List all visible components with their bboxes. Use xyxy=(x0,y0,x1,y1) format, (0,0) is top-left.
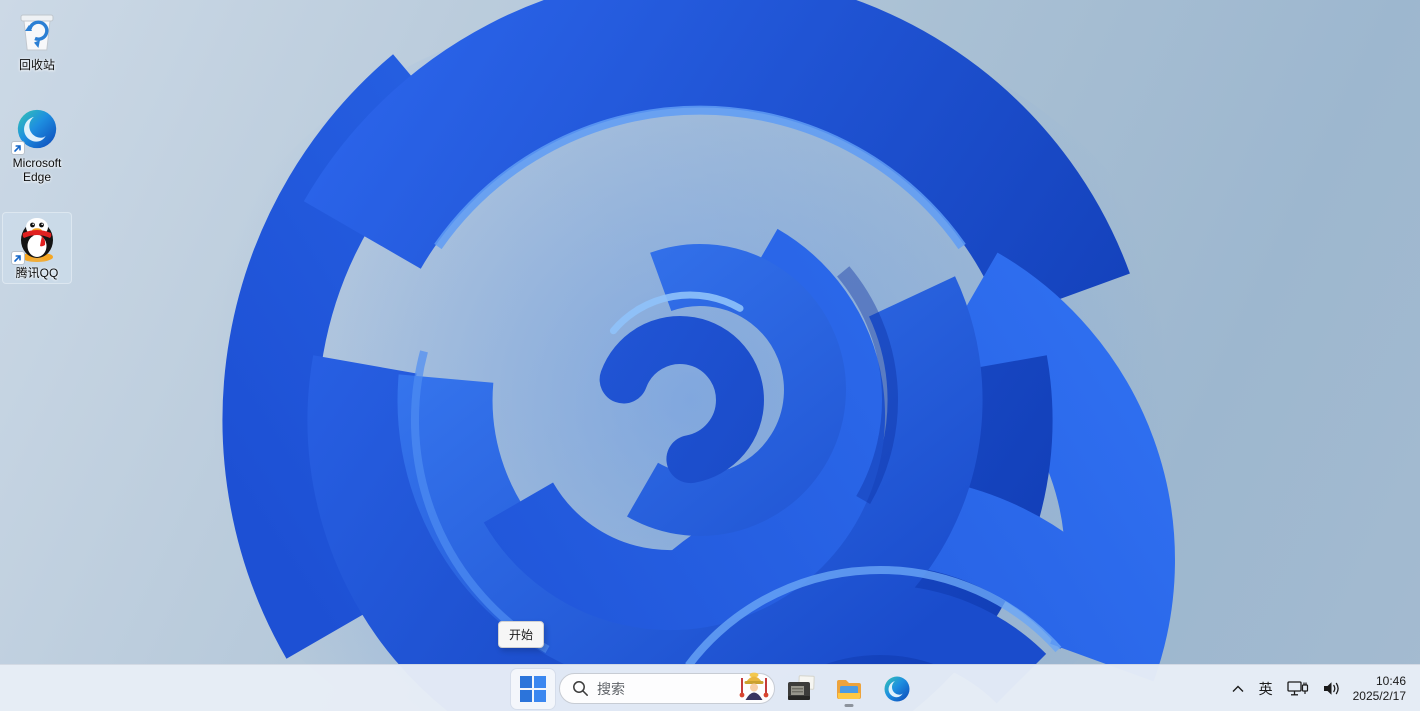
taskbar-center-group xyxy=(511,668,919,709)
speaker-icon xyxy=(1323,682,1339,695)
taskbar-app-file-explorer[interactable] xyxy=(827,669,871,709)
edge-icon xyxy=(11,105,61,155)
chevron-up-icon xyxy=(1232,685,1244,692)
shortcut-arrow-icon xyxy=(11,251,25,265)
ime-label: 英 xyxy=(1258,680,1273,697)
edge-taskbar-icon xyxy=(884,676,910,701)
dark-app-icon xyxy=(788,674,815,700)
desktop-icon-label: 腾讯QQ xyxy=(15,266,59,280)
hidden-icons-button[interactable] xyxy=(1225,671,1251,707)
taskbar-search-box[interactable] xyxy=(559,672,775,704)
start-tooltip: 开始 xyxy=(498,621,545,648)
clock[interactable]: 10:46 2025/2/17 xyxy=(1349,671,1410,707)
taskbar-app-edge[interactable] xyxy=(875,669,919,709)
desktop-icon-tencent-qq[interactable]: 腾讯QQ xyxy=(2,212,72,284)
network-button[interactable] xyxy=(1281,671,1315,707)
shortcut-arrow-icon xyxy=(11,141,25,155)
desktop-icon-microsoft-edge[interactable]: Microsoft Edge xyxy=(2,102,72,188)
desktop-icon-recycle-bin[interactable]: 回收站 xyxy=(2,4,72,76)
ime-indicator[interactable]: 英 xyxy=(1253,671,1279,707)
search-icon xyxy=(573,681,588,696)
desktop-icon-label: Microsoft Edge xyxy=(12,156,62,184)
running-indicator xyxy=(844,703,854,707)
search-input[interactable] xyxy=(597,680,729,697)
file-explorer-icon xyxy=(837,679,861,699)
taskbar: 英 xyxy=(0,664,1420,711)
volume-button[interactable] xyxy=(1317,671,1347,707)
clock-time: 10:46 xyxy=(1375,673,1406,688)
desktop: 回收站 Microsoft Edge 腾讯QQ 开始 搜索 英 10:46 20… xyxy=(0,0,1420,711)
system-tray: 英 10:46 2025/2/17 xyxy=(1225,668,1410,709)
clock-date: 2025/2/17 xyxy=(1352,688,1406,703)
taskbar-app-dark-window[interactable] xyxy=(779,669,823,709)
start-button[interactable] xyxy=(511,668,555,709)
network-ethernet-icon xyxy=(1286,680,1308,695)
qq-icon xyxy=(11,215,61,265)
recycle-bin-icon xyxy=(13,7,61,55)
windows-logo-icon xyxy=(520,675,546,702)
wallpaper-bloom xyxy=(180,0,1200,711)
desktop-icon-label: 回收站 xyxy=(18,58,55,72)
search-highlight-icon[interactable] xyxy=(737,669,771,703)
